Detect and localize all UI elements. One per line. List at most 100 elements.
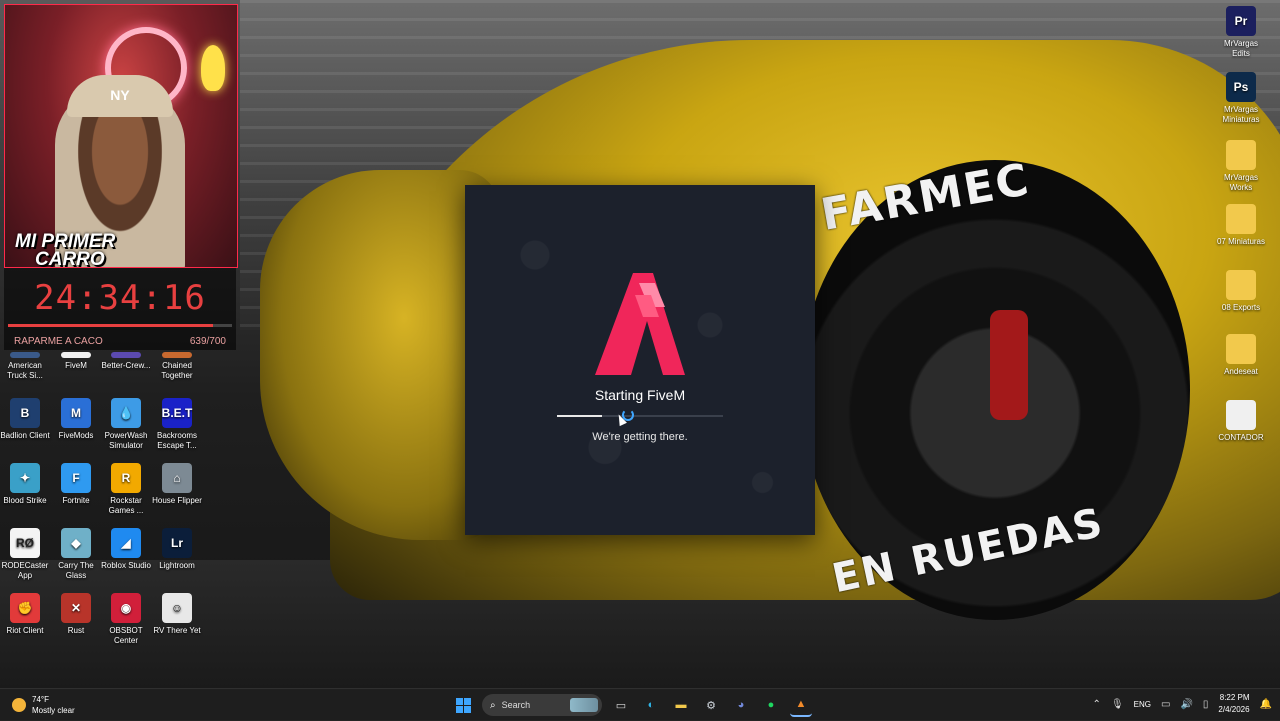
taskbar-clock[interactable]: 8:22 PM 2/4/2026 [1218,692,1249,716]
desktop-shortcut[interactable]: M FiveMods [51,398,101,441]
desktop-shortcut[interactable]: MrVargas Works [1216,140,1266,193]
system-tray: ⌃ 🎙 ENG ▭ 🔊 ▯ 8:22 PM 2/4/2026 🔔 [1093,692,1272,716]
desktop-shortcut[interactable]: American Truck Si... [0,352,50,381]
folder-icon [1226,334,1256,364]
streamer-hat: NY [67,75,173,117]
desktop-shortcut-label: RODECaster App [1,561,49,580]
desktop-shortcut[interactable]: ◆ Carry The Glass [51,528,101,581]
launcher-status: We're getting there. [592,431,688,443]
search-highlight-image [570,698,598,712]
desktop-shortcut-label: Andeseat [1224,367,1258,376]
badlion-icon: B [10,398,40,428]
desktop-shortcut[interactable]: ◢ Roblox Studio [101,528,151,571]
desktop-shortcut[interactable]: FiveM [51,352,101,371]
desktop-shortcut[interactable]: RØ RODECaster App [0,528,50,581]
launcher-progress-fill [557,415,602,417]
file-explorer-taskbar-button[interactable]: ▬ [670,694,692,716]
obsbot-icon: ◉ [111,593,141,623]
desktop-shortcut[interactable]: ⌂ House Flipper [152,463,202,506]
volume-icon[interactable]: 🔊 [1180,699,1192,710]
weather-desc: Mostly clear [32,706,75,715]
desktop-shortcut[interactable]: Lr Lightroom [152,528,202,571]
roblox-icon: ◢ [111,528,141,558]
desktop-shortcut-label: Riot Client [6,626,44,635]
desktop-shortcut-label: CONTADOR [1218,433,1264,442]
desktop-shortcut-label: Badlion Client [0,431,50,440]
rodecaster-icon: RØ [10,528,40,558]
taskview-taskbar-button[interactable]: ▭ [610,694,632,716]
desktop-shortcut-label: Fortnite [62,496,90,505]
fivem-taskbar-taskbar-button[interactable]: ▲ [790,693,812,717]
desktop-shortcut[interactable]: ✕ Rust [51,593,101,636]
desktop-shortcut[interactable]: B Badlion Client [0,398,50,441]
desktop-shortcut[interactable]: 07 Miniaturas [1216,204,1266,247]
subathon-timer: 24:34:16 [34,278,206,318]
desktop-shortcut[interactable]: 💧 PowerWash Simulator [101,398,151,451]
launcher-title: Starting FiveM [594,387,686,403]
weather-widget[interactable]: 74°F Mostly clear [12,694,75,716]
taskbar-apps: ⌕ Search ▭ ◐ ▬ ⚙ ◕ ● ▲ [452,693,812,717]
network-icon[interactable]: ▭ [1161,699,1170,710]
desktop-shortcut[interactable]: Andeseat [1216,334,1266,377]
file-icon [1226,400,1256,430]
edge-taskbar-button[interactable]: ◐ [640,694,662,716]
desktop-shortcut-label: Backrooms Escape T... [156,431,197,450]
houseflipper-icon: ⌂ [162,463,192,493]
rust-icon: ✕ [61,593,91,623]
desktop-shortcut-label: MrVargas Edits [1223,39,1259,58]
desktop-shortcut[interactable]: ✦ Blood Strike [0,463,50,506]
desktop-shortcut[interactable]: ☺ RV There Yet [152,593,202,636]
goal-progress-fill [8,324,213,327]
desktop-shortcut[interactable]: ◉ OBSBOT Center [101,593,151,646]
desktop-shortcut-label: OBSBOT Center [109,626,143,645]
goal-label: RAPARME A CACO [14,336,103,347]
windows-start-icon [455,697,471,713]
steam-alt-icon: ⚙ [706,699,716,712]
desktop-shortcut[interactable]: Chained Together [152,352,202,381]
fivem-launcher-window: Starting FiveM We're getting there. [465,185,815,535]
taskview-icon: ▭ [615,699,627,712]
desktop-shortcut-label: Lightroom [159,561,195,570]
clock-time: 8:22 PM [1219,693,1250,702]
taskbar: 74°F Mostly clear ⌕ Search ▭ ◐ ▬ ⚙ ◕ ● ▲ ⌃ 🎙 E… [0,688,1280,721]
desktop-shortcut[interactable]: Better-Crew... [101,352,151,371]
desktop-shortcut[interactable]: B.E.T Backrooms Escape T... [152,398,202,451]
discord-icon: ◕ [737,699,745,711]
banana-neon-icon [201,45,225,91]
bloodstrike-icon: ✦ [10,463,40,493]
chain-icon [162,352,192,358]
notification-bell-icon[interactable]: 🔔 [1260,699,1272,710]
desktop-shortcut-label: FiveMods [58,431,94,440]
rockstar-icon: R [111,463,141,493]
photoshop-icon: Ps [1226,72,1256,102]
wallpaper-car-front [260,170,500,540]
backrooms-icon: B.E.T [162,398,192,428]
battery-icon[interactable]: ▯ [1203,699,1209,710]
subathon-timer-panel: 24:34:16 RAPARME A CACO 639/700 [4,268,236,350]
spotify-taskbar-button[interactable]: ● [760,694,782,716]
steam-alt-taskbar-button[interactable]: ⚙ [700,694,722,716]
desktop-shortcut[interactable]: ✊ Riot Client [0,593,50,636]
taskbar-search[interactable]: ⌕ Search [482,694,602,716]
desktop-shortcut-label: RV There Yet [153,626,201,635]
desktop-shortcut[interactable]: Pr MrVargas Edits [1216,6,1266,59]
desktop-shortcut[interactable]: R Rockstar Games ... [101,463,151,516]
language-indicator[interactable]: ENG [1134,700,1151,709]
desktop-shortcut-label: Rockstar Games ... [108,496,144,515]
launcher-progress-bar [557,415,723,417]
weather-temp: 74°F [32,695,49,704]
carryglass-icon: ◆ [61,528,91,558]
search-placeholder: Search [501,700,531,710]
show-hidden-icons-chevron-icon[interactable]: ⌃ [1093,699,1101,710]
discord-taskbar-button[interactable]: ◕ [730,694,752,716]
desktop-shortcut[interactable]: CONTADOR [1216,400,1266,443]
goal-count: 639/700 [189,336,226,347]
desktop-shortcut[interactable]: Ps MrVargas Miniaturas [1216,72,1266,125]
spotify-icon: ● [767,699,775,711]
desktop-shortcut-label: Carry The Glass [58,561,94,580]
desktop-shortcut[interactable]: 08 Exports [1216,270,1266,313]
desktop-shortcut[interactable]: F Fortnite [51,463,101,506]
microphone-icon[interactable]: 🎙 [1111,699,1124,710]
start-button[interactable] [452,694,474,716]
desktop-shortcut-label: 08 Exports [1221,303,1261,312]
